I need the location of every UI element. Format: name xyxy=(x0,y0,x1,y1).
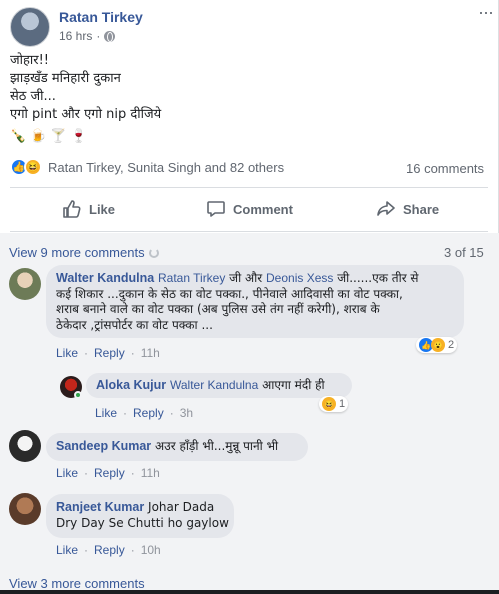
post-line: झाड़खँड मनिहारी दुकान xyxy=(10,71,121,86)
author-name[interactable]: Ratan Tirkey xyxy=(59,9,143,25)
post-emojis: 🍾 🍺 🍸 🍷 xyxy=(10,128,87,144)
champagne-emoji: 🍾 xyxy=(10,128,27,143)
comment-reply-link[interactable]: Reply xyxy=(94,466,125,480)
divider xyxy=(10,187,488,188)
comment-pager: 3 of 15 xyxy=(444,245,484,260)
comment-reply-link[interactable]: Reply xyxy=(94,346,125,360)
share-icon xyxy=(377,201,395,216)
post-card: Ratan Tirkey 16 hrs · ··· जोहार!! झाड़खँ… xyxy=(0,0,499,594)
post-line: सेठ जी... xyxy=(10,89,56,104)
comment-like-link[interactable]: Like xyxy=(56,466,78,480)
share-button[interactable]: Share xyxy=(376,199,439,219)
wine-emoji: 🍷 xyxy=(70,128,87,143)
mention-tag[interactable]: Deonis Xess xyxy=(266,271,333,285)
comment-like-link[interactable]: Like xyxy=(56,346,78,360)
comment-like-link[interactable]: Like xyxy=(95,406,117,420)
reaction-names[interactable]: Ratan Tirkey, Sunita Singh and 82 others xyxy=(48,160,284,175)
comment-button[interactable]: Comment xyxy=(206,199,293,219)
comment-text: Dry Day Se Chutti ho gaylow xyxy=(56,515,229,530)
comment-text: शराब बनाने वाले का वोट पक्का (अब पुलिस उ… xyxy=(56,302,380,316)
comment-reply-link[interactable]: Reply xyxy=(133,406,164,420)
post-body: जोहार!! झाड़खँड मनिहारी दुकान सेठ जी... … xyxy=(10,52,161,124)
commenter-avatar[interactable] xyxy=(9,268,41,300)
wow-reaction-icon: 😮 xyxy=(431,338,445,352)
commenter-name[interactable]: Walter Kandulna xyxy=(56,271,154,285)
haha-reaction-icon: 😆 xyxy=(24,158,42,176)
haha-reaction-icon: 😆 xyxy=(322,397,336,411)
comment-reactions[interactable]: 👍 😮 2 xyxy=(416,337,458,353)
comment-reactions[interactable]: 😆 1 xyxy=(319,396,349,412)
comment-actions: Like · Reply · 3h xyxy=(95,406,194,420)
commenter-name[interactable]: Sandeep Kumar xyxy=(56,439,151,453)
thumbs-up-icon xyxy=(63,200,81,218)
bottom-edge xyxy=(0,590,499,594)
comment-time[interactable]: 11h xyxy=(141,346,160,360)
post-time[interactable]: 16 hrs xyxy=(59,29,92,43)
comment-icon xyxy=(207,201,225,217)
mention-tag[interactable]: Ratan Tirkey xyxy=(158,271,225,285)
reactions-summary[interactable]: 👍 😆 Ratan Tirkey, Sunita Singh and 82 ot… xyxy=(10,158,284,176)
comment-actions: Like · Reply · 10h xyxy=(56,543,161,557)
comment-time[interactable]: 10h xyxy=(141,543,161,557)
like-button[interactable]: Like xyxy=(62,199,115,219)
post-meta: 16 hrs · xyxy=(59,29,116,43)
loading-spinner-icon xyxy=(148,248,159,258)
comment-like-link[interactable]: Like xyxy=(56,543,78,557)
commenter-avatar[interactable] xyxy=(9,430,41,462)
comment-actions: Like · Reply · 11h xyxy=(56,346,160,360)
comment-actions: Like · Reply · 11h xyxy=(56,466,160,480)
comment-text: कई शिकार ...दुकान के सेठ का वोट पक्का., … xyxy=(56,286,403,301)
comment-time[interactable]: 3h xyxy=(180,406,193,420)
post-line: एगो pint और एगो nip दीजिये xyxy=(10,107,162,122)
comment-time[interactable]: 11h xyxy=(141,466,160,480)
beer-emoji: 🍺 xyxy=(30,128,47,143)
comment-text: ठेकेदार ,ट्रांसपोर्टर का वोट पक्का ... xyxy=(56,317,213,332)
comment-bubble: Sandeep Kumar अउर हाँड़ी भी...मुन्नू पान… xyxy=(46,433,308,461)
comment-count[interactable]: 16 comments xyxy=(406,161,484,176)
view-more-comments-link[interactable]: View 3 more comments xyxy=(9,576,145,591)
online-status-icon xyxy=(74,391,82,399)
view-more-comments-link[interactable]: View 9 more comments xyxy=(9,245,159,260)
comment-bubble: Ranjeet Kumar Johar Dada Dry Day Se Chut… xyxy=(46,494,234,538)
divider xyxy=(10,231,488,232)
post-line: जोहार!! xyxy=(10,53,50,68)
globe-icon xyxy=(104,30,116,42)
commenter-avatar[interactable] xyxy=(9,493,41,525)
cocktail-emoji: 🍸 xyxy=(50,128,67,143)
comment-bubble: Walter Kandulna Ratan Tirkey जी और Deoni… xyxy=(46,265,464,338)
comment-bubble: Aloka Kujur Walter Kandulna आएगा मंदी ही xyxy=(86,373,352,398)
mention-tag[interactable]: Walter Kandulna xyxy=(170,378,258,392)
more-options-icon[interactable]: ··· xyxy=(478,3,494,21)
author-avatar[interactable] xyxy=(10,7,50,47)
commenter-name[interactable]: Aloka Kujur xyxy=(96,378,166,392)
comment-reply-link[interactable]: Reply xyxy=(94,543,125,557)
commenter-name[interactable]: Ranjeet Kumar xyxy=(56,500,144,514)
